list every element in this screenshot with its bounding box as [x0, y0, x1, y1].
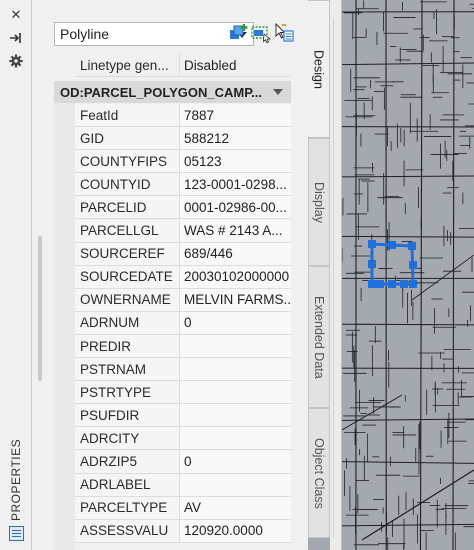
property-name: SOURCEDATE [75, 265, 180, 288]
collapse-icon[interactable] [273, 89, 283, 95]
grip-handle[interactable] [388, 280, 396, 288]
grip-handle[interactable] [409, 280, 417, 288]
property-name: ADRCITY [75, 427, 180, 450]
parcel-map [342, 0, 474, 550]
property-value[interactable] [180, 381, 291, 404]
property-value[interactable]: 689/446 [180, 242, 291, 265]
property-row[interactable]: PSUFDIR [75, 404, 291, 428]
grip-handle[interactable] [368, 260, 376, 268]
property-value[interactable] [180, 404, 291, 427]
property-row[interactable]: FeatId 7887 [75, 104, 291, 127]
property-row[interactable]: PARCELLGL WAS # 2143 A... [75, 219, 291, 243]
grip-handle[interactable] [400, 280, 408, 288]
property-row[interactable]: COUNTYFIPS 05123 [75, 150, 291, 174]
property-value[interactable]: 0001-02986-00... [180, 196, 291, 219]
property-value[interactable]: 588212 [180, 127, 291, 150]
property-row[interactable]: PARCELTYPE AV [75, 496, 291, 520]
property-row[interactable]: PREDIR [75, 335, 291, 358]
auto-hide-icon[interactable] [8, 30, 24, 46]
property-row[interactable]: OWNERNAME MELVIN FARMS... [75, 288, 291, 312]
property-name: SOURCEREF [75, 242, 180, 265]
property-name: Linetype gen... [75, 54, 180, 76]
tab-extended-data[interactable]: Extended Data [308, 266, 330, 408]
property-name: PSUFDIR [75, 404, 180, 427]
property-value[interactable]: 0 [180, 450, 291, 473]
property-grid: Linetype gen... Disabled OD:PARCEL_POLYG… [54, 0, 304, 550]
property-row[interactable]: ADRZIP5 0 [75, 450, 291, 474]
property-value[interactable]: MELVIN FARMS... [180, 288, 291, 311]
drawing-canvas[interactable] [342, 0, 474, 550]
property-value[interactable]: 20030102000000 [180, 265, 291, 288]
parcel-boundary [452, 0, 455, 550]
property-name: PREDIR [75, 335, 180, 357]
property-name: GID [75, 127, 180, 150]
close-icon[interactable]: ✕ [8, 6, 24, 22]
property-value[interactable] [180, 335, 291, 357]
parcel-boundary [361, 469, 474, 541]
panel-border [330, 0, 342, 550]
selected-parcel[interactable] [368, 240, 417, 288]
property-value[interactable]: AV [180, 496, 291, 519]
property-name: ADRZIP5 [75, 450, 180, 473]
category-header[interactable]: OD:PARCEL_POLYGON_CAMP... [54, 81, 291, 103]
property-row[interactable]: ADRNUM 0 [75, 311, 291, 335]
tab-design[interactable]: Design [308, 0, 330, 138]
grip-handle[interactable] [409, 261, 417, 269]
property-value[interactable]: Disabled [180, 54, 291, 76]
parcel-boundary [342, 461, 474, 464]
settings-icon[interactable] [8, 53, 24, 69]
property-name: OWNERNAME [75, 288, 180, 311]
palette-title: PROPERTIES [9, 438, 23, 522]
property-name: ADRNUM [75, 311, 180, 334]
property-name: COUNTYFIPS [75, 150, 180, 173]
property-row[interactable]: PARCELID 0001-02986-00... [75, 196, 291, 220]
property-row[interactable]: SOURCEREF 689/446 [75, 242, 291, 266]
property-name: ADRLABEL [75, 473, 180, 496]
property-name: COUNTYID [75, 173, 180, 196]
property-name: FeatId [75, 104, 180, 126]
property-row[interactable]: GID 588212 [75, 127, 291, 151]
property-row-linetype[interactable]: Linetype gen... Disabled [75, 54, 291, 77]
property-value[interactable]: WAS # 2143 A... [180, 219, 291, 242]
property-value[interactable] [180, 427, 291, 450]
grip-handle[interactable] [408, 242, 416, 250]
property-name: PARCELTYPE [75, 496, 180, 519]
property-name: PARCELLGL [75, 219, 180, 242]
property-row[interactable]: PSTRTYPE [75, 381, 291, 405]
property-name: PSTRNAM [75, 358, 180, 381]
tab-display[interactable]: Display [308, 138, 330, 266]
property-row[interactable]: PSTRNAM [75, 358, 291, 382]
tab-object-class[interactable]: Object Class [308, 408, 330, 538]
parcel-boundary [342, 235, 474, 238]
grid-gutter [54, 103, 75, 550]
parcel-boundary [342, 418, 474, 421]
grip-handle[interactable] [368, 280, 376, 288]
properties-menu-icon[interactable] [9, 526, 24, 541]
property-row[interactable]: ASSESSVALU 120920.0000 [75, 519, 291, 543]
property-value[interactable] [180, 473, 291, 496]
property-value[interactable]: 123-0001-0298... [180, 173, 291, 196]
property-value[interactable]: 7887 [180, 104, 291, 126]
grip-handle[interactable] [388, 241, 396, 249]
property-row[interactable]: ADRLABEL [75, 473, 291, 497]
category-label: OD:PARCEL_POLYGON_CAMP... [60, 84, 263, 100]
parcel-boundary [419, 0, 423, 550]
property-name: PSTRTYPE [75, 381, 180, 404]
property-value[interactable]: 0 [180, 311, 291, 334]
property-value[interactable]: 05123 [180, 150, 291, 173]
parcel-boundary [342, 523, 474, 527]
properties-panel: Polyline Linetype gen... Disabled OD:PAR… [32, 0, 308, 550]
property-row[interactable]: ADRCITY [75, 427, 291, 451]
property-value[interactable] [180, 358, 291, 381]
property-name: PARCELID [75, 196, 180, 219]
property-name: ASSESSVALU [75, 519, 180, 542]
scrollbar[interactable] [38, 236, 42, 381]
palette-title-bar: ✕ PROPERTIES [0, 0, 32, 550]
property-row[interactable]: SOURCEDATE 20030102000000 [75, 265, 291, 289]
grip-handle[interactable] [368, 240, 376, 248]
grip-handle[interactable] [376, 280, 384, 288]
property-row[interactable]: COUNTYID 123-0001-0298... [75, 173, 291, 197]
property-value[interactable]: 120920.0000 [180, 519, 291, 542]
